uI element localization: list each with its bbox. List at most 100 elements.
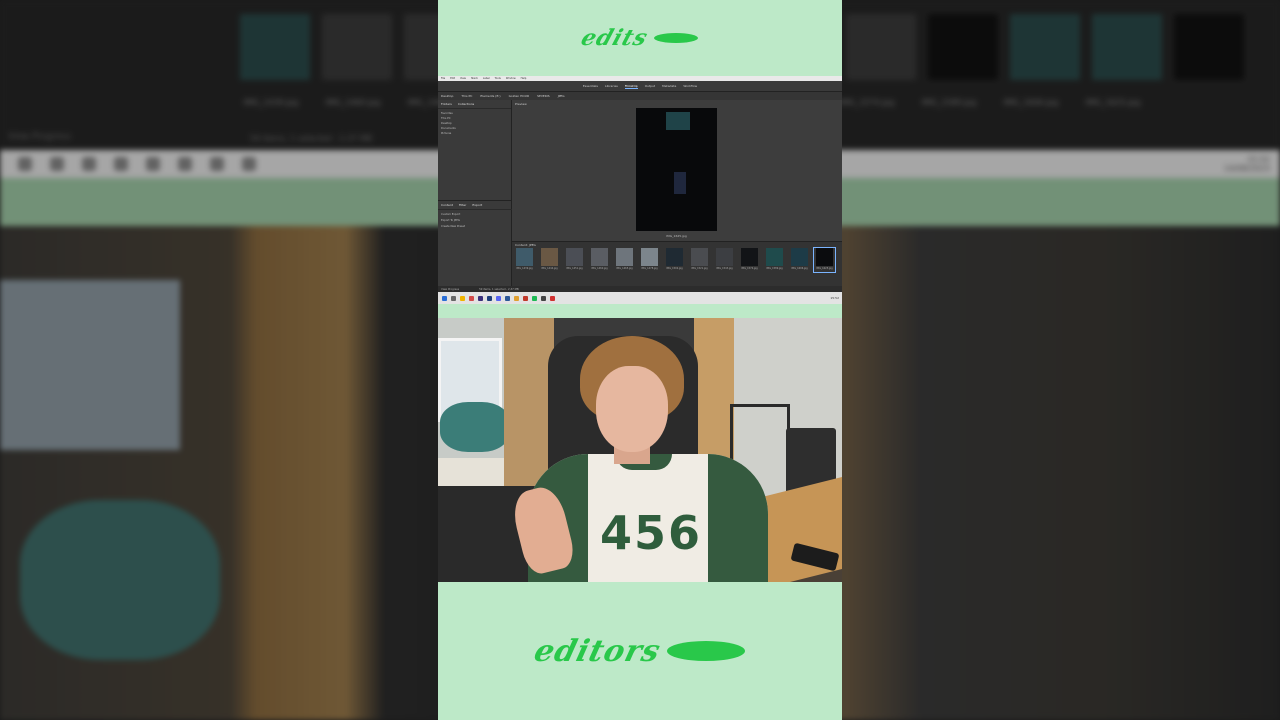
filmstrip-thumb[interactable]: IMG_1478.jpg [639, 248, 660, 272]
logo-swoosh-icon [666, 641, 745, 661]
shirt-number: 456 [599, 506, 703, 560]
thumb-name: IMG_1521.jpg [691, 267, 708, 270]
bg-thumb [928, 14, 998, 80]
tab-content[interactable]: Content [441, 203, 453, 207]
menu-item[interactable]: Help [521, 77, 527, 80]
tab-workflow[interactable]: Workflow [683, 84, 697, 88]
bg-thumb-name: IMG_1574.jpg [839, 98, 895, 107]
filmstrip-thumb[interactable]: IMG_1460.jpg [589, 248, 610, 272]
filmstrip-thumb[interactable]: IMG_1574.jpg [739, 248, 760, 272]
bg-taskbar-icon [82, 157, 96, 171]
bg-blanket [20, 500, 220, 660]
tab-essentials[interactable]: Essentials [583, 84, 598, 88]
mint-divider [438, 304, 842, 318]
menu-item[interactable]: Label [483, 77, 490, 80]
filmstrip-thumb[interactable]: IMG_1521.jpg [689, 248, 710, 272]
view-progress-label[interactable]: View Progress [441, 288, 459, 291]
explorer-icon[interactable] [460, 295, 465, 301]
folder-list: Favorites This PC Desktop Documents Pict… [438, 109, 511, 138]
menu-item[interactable]: Window [506, 77, 516, 80]
folder-item[interactable]: Pictures [441, 131, 508, 136]
preview-filename: IMG_1625.jpg [666, 234, 687, 238]
app-icon[interactable] [550, 295, 555, 301]
video-frame: IMG_1439.jpg IMG_1460.jpg IMG_1465.jpg I… [0, 0, 1280, 720]
windows-taskbar: 15:52 [438, 292, 842, 304]
tab-libraries[interactable]: Libraries [605, 84, 618, 88]
filmstrip-thumb[interactable]: IMG_1543.jpg [714, 248, 735, 272]
tab-output[interactable]: Output [645, 84, 655, 88]
breadcrumb-item[interactable]: Elements (E:) [480, 94, 500, 98]
tab-export[interactable]: Export [472, 203, 482, 207]
logo-swoosh-icon [653, 33, 698, 43]
search-icon[interactable] [451, 295, 456, 301]
app-icon[interactable] [523, 295, 528, 301]
browser-icon[interactable] [469, 295, 474, 301]
thumb-name: IMG_1451.jpg [566, 267, 583, 270]
thumb-name: IMG_1444.jpg [541, 267, 558, 270]
word-icon[interactable] [505, 295, 510, 301]
bg-thumb [846, 14, 916, 80]
tab-folders[interactable]: Folders [441, 102, 452, 106]
tab-metadata[interactable]: Metadata [662, 84, 676, 88]
thumb-name: IMG_1465.jpg [616, 267, 633, 270]
cam-blanket [440, 402, 510, 452]
discord-icon[interactable] [496, 295, 501, 301]
menu-item[interactable]: Edit [450, 77, 455, 80]
webcam-video: 456 [438, 318, 842, 582]
bg-thumb [1010, 14, 1080, 80]
export-item[interactable]: Create New Preset [441, 224, 509, 230]
bg-clock-time: 15:52 [1246, 155, 1270, 164]
menu-item[interactable]: Tools [495, 77, 501, 80]
photoshop-icon[interactable] [487, 295, 492, 301]
breadcrumb: Desktop This PC Elements (E:) Golden HOU… [438, 92, 842, 100]
bg-taskbar-icon [210, 157, 224, 171]
presenter: 456 [508, 318, 768, 582]
preview-image[interactable] [636, 108, 717, 231]
brand-logo: editors [531, 633, 665, 669]
thumb-name: IMG_1478.jpg [641, 267, 658, 270]
premiere-icon[interactable] [478, 295, 483, 301]
bg-thumb-name: IMG_1606.jpg [1003, 98, 1059, 107]
filmstrip-thumb[interactable]: IMG_1444.jpg [539, 248, 560, 272]
tab-filter[interactable]: Filter [459, 203, 466, 207]
thumb-name: IMG_1439.jpg [516, 267, 533, 270]
taskbar-clock: 15:52 [830, 296, 839, 300]
menu-item[interactable]: File [441, 77, 445, 80]
folder-icon[interactable] [514, 295, 519, 301]
filmstrip-thumb[interactable]: IMG_1451.jpg [564, 248, 585, 272]
filmstrip-thumb[interactable]: IMG_1589.jpg [764, 248, 785, 272]
menu-item[interactable]: Stack [471, 77, 478, 80]
spotify-icon[interactable] [532, 295, 537, 301]
filmstrip: Content: JPEG IMG_1439.jpg IMG_1444.jpg … [512, 241, 842, 286]
status-text: 59 items, 1 selected - 2,37 MB [479, 287, 519, 291]
tab-filmstrip[interactable]: Filmstrip [624, 84, 638, 89]
breadcrumb-item[interactable]: This PC [461, 94, 472, 98]
filmstrip-thumb-selected[interactable]: IMG_1625.jpg [813, 247, 836, 273]
thumb-name: IMG_1606.jpg [791, 267, 808, 270]
app-icon[interactable] [541, 295, 546, 301]
breadcrumb-item[interactable]: Desktop [441, 94, 453, 98]
filmstrip-thumb[interactable]: IMG_1439.jpg [514, 248, 535, 272]
export-panel: Content Filter Export Custom Export Expo… [438, 200, 512, 232]
breadcrumb-item[interactable]: JPEG [558, 94, 565, 98]
menu-item[interactable]: View [460, 77, 466, 80]
thumb-name: IMG_1502.jpg [666, 267, 683, 270]
breadcrumb-item[interactable]: Golden HOUR [509, 94, 530, 98]
bottom-logo-area: editors [438, 582, 842, 720]
thumb-name: IMG_1625.jpg [816, 267, 833, 270]
breadcrumb-item[interactable]: SEVERIS [537, 94, 550, 98]
bg-taskbar-icon [50, 157, 64, 171]
bg-window [0, 280, 180, 450]
filmstrip-row: IMG_1439.jpg IMG_1444.jpg IMG_1451.jpg I… [512, 247, 842, 273]
bg-thumb [240, 14, 310, 80]
start-icon[interactable] [442, 295, 447, 301]
filmstrip-thumb[interactable]: IMG_1502.jpg [664, 248, 685, 272]
bg-thumb [1174, 14, 1244, 80]
filmstrip-thumb[interactable]: IMG_1465.jpg [614, 248, 635, 272]
thumb-name: IMG_1460.jpg [591, 267, 608, 270]
tab-collections[interactable]: Collections [458, 102, 474, 106]
bg-taskbar-icon [178, 157, 192, 171]
bg-status-text: 59 items, 1 selected - 2,37 MB [250, 134, 373, 143]
filmstrip-thumb[interactable]: IMG_1606.jpg [789, 248, 810, 272]
shirt-sleeve [708, 454, 768, 582]
